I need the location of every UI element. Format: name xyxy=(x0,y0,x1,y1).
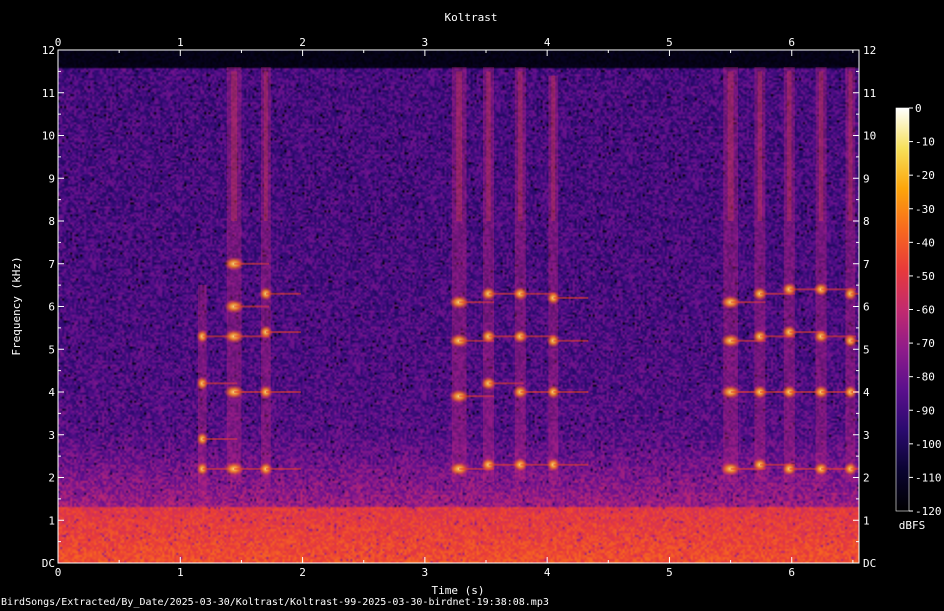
colorbar-tick-label: 0 xyxy=(915,102,922,115)
y-tick-label-right: 2 xyxy=(863,472,870,485)
call-upper-energy xyxy=(551,75,556,221)
y-tick-label-left: 12 xyxy=(42,44,55,57)
x-tick-label-top: 0 xyxy=(55,36,62,49)
call-upper-energy xyxy=(518,71,523,222)
colorbar-tick-label: -80 xyxy=(915,371,935,384)
x-tick-label-bottom: 2 xyxy=(299,566,306,579)
x-tick-label-top: 4 xyxy=(544,36,551,49)
x-tick-label-bottom: 4 xyxy=(544,566,551,579)
y-tick-label-right: 11 xyxy=(863,87,876,100)
y-tick-label-right: 8 xyxy=(863,215,870,228)
file-path-footer: BirdSongs/Extracted/By_Date/2025-03-30/K… xyxy=(1,597,549,608)
y-tick-label-left: 8 xyxy=(48,215,55,228)
colorbar-tick-label: -50 xyxy=(915,270,935,283)
x-tick-label-top: 1 xyxy=(177,36,184,49)
call-upper-energy xyxy=(787,71,792,222)
x-axis-label: Time (s) xyxy=(432,584,485,597)
y-tick-label-right: 12 xyxy=(863,44,876,57)
chart-title: Koltrast xyxy=(445,11,498,24)
x-tick-label-top: 5 xyxy=(666,36,673,49)
x-tick-label-top: 6 xyxy=(788,36,795,49)
y-tick-label-right: 4 xyxy=(863,386,870,399)
x-tick-label-bottom: 5 xyxy=(666,566,673,579)
colorbar-tick-label: -100 xyxy=(915,438,942,451)
colorbar-label: dBFS xyxy=(899,519,926,532)
y-tick-label-left: 4 xyxy=(48,386,55,399)
x-tick-label-top: 3 xyxy=(422,36,429,49)
call-upper-energy xyxy=(727,71,734,222)
y-tick-label-right: 10 xyxy=(863,130,876,143)
x-tick-label-bottom: 3 xyxy=(422,566,429,579)
y-tick-label-right: 6 xyxy=(863,301,870,314)
call-upper-energy xyxy=(757,71,763,222)
y-tick-label-right: 7 xyxy=(863,258,870,271)
spectrogram-figure: Koltrast 0123456 0123456 DC1234567891011… xyxy=(10,11,942,597)
y-tick-label-right: 3 xyxy=(863,429,870,442)
spectrogram-plot xyxy=(58,50,859,563)
colorbar-ticks: 0 -10 -20 -30 -40 -50 -60 -70 -80 -90 -100 -110 -120 xyxy=(909,102,942,518)
call-upper-energy xyxy=(848,71,853,222)
call-upper-energy xyxy=(456,71,463,222)
y-tick-label-left: 7 xyxy=(48,258,55,271)
x-tick-label-bottom: 6 xyxy=(788,566,795,579)
colorbar-tick-label: -20 xyxy=(915,169,935,182)
y-tick-label-right: 9 xyxy=(863,172,870,185)
call-upper-energy xyxy=(818,71,824,222)
x-tick-label-bottom: 0 xyxy=(55,566,62,579)
colorbar: 0 -10 -20 -30 -40 -50 -60 -70 -80 -90 -100 -110 -120… xyxy=(895,102,942,532)
y-tick-label-left: 6 xyxy=(48,301,55,314)
colorbar-strip xyxy=(896,108,909,511)
x-tick-label-bottom: 1 xyxy=(177,566,184,579)
y-tick-label-left: 1 xyxy=(48,514,55,527)
y-tick-label-right: DC xyxy=(863,557,876,570)
colorbar-tick-label: -70 xyxy=(915,337,935,350)
call-upper-energy xyxy=(231,71,238,222)
call-upper-energy xyxy=(486,71,491,222)
y-tick-label-left: 5 xyxy=(48,343,55,356)
colorbar-tick-label: -60 xyxy=(915,304,935,317)
y-tick-label-right: 1 xyxy=(863,514,870,527)
y-tick-label-left: 3 xyxy=(48,429,55,442)
y-tick-label-left: 2 xyxy=(48,472,55,485)
colorbar-tick-label: -30 xyxy=(915,203,935,216)
y-tick-label-left: 10 xyxy=(42,130,55,143)
call-upper-energy xyxy=(263,71,268,222)
colorbar-tick-label: -90 xyxy=(915,404,935,417)
colorbar-tick-label: -40 xyxy=(915,236,935,249)
y-tick-label-left: 9 xyxy=(48,172,55,185)
y-axis-label: Frequency (kHz) xyxy=(10,256,23,355)
y-tick-label-right: 5 xyxy=(863,343,870,356)
y-tick-label-left: 11 xyxy=(42,87,55,100)
y-tick-label-left: DC xyxy=(42,557,55,570)
colorbar-tick-label: -120 xyxy=(915,505,942,518)
colorbar-tick-label: -10 xyxy=(915,136,935,149)
colorbar-tick-label: -110 xyxy=(915,471,942,484)
x-tick-label-top: 2 xyxy=(299,36,306,49)
